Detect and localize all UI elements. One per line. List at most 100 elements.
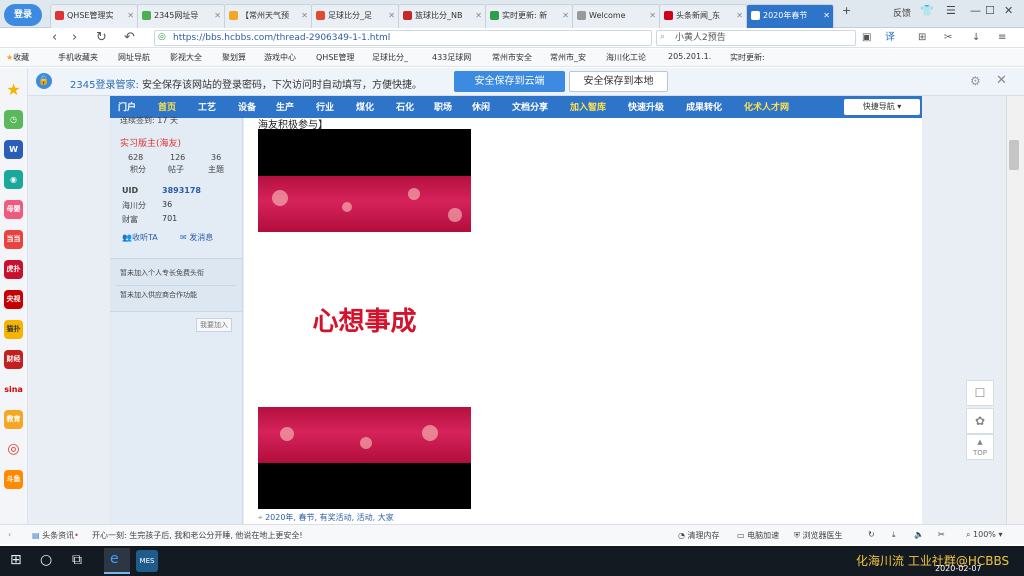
task-view-icon[interactable]: ⧉ <box>72 552 82 568</box>
bookmark-item[interactable]: 足球比分_ <box>372 52 408 63</box>
close-tab-icon[interactable]: ✕ <box>388 5 395 27</box>
nav-item[interactable]: 职场 <box>434 100 452 113</box>
wechat-icon[interactable]: ✿ <box>966 408 994 434</box>
browser-tab[interactable]: 【常州天气预 ✕ <box>224 4 312 28</box>
game-icon[interactable]: ◉ <box>4 170 23 189</box>
back-icon[interactable]: ‹ <box>52 30 57 46</box>
nav-item[interactable]: 煤化 <box>356 100 374 113</box>
search-input[interactable]: 小黄人2预告 <box>656 30 856 46</box>
speedup-button[interactable]: ▭ 电脑加速 <box>737 530 779 541</box>
search-icon[interactable]: ○ <box>40 552 52 568</box>
browser-tab[interactable]: 篮球比分_NB ✕ <box>398 4 486 28</box>
close-tab-icon[interactable]: ✕ <box>649 5 656 27</box>
message-link[interactable]: ✉ 发消息 <box>180 232 213 243</box>
bookmark-item[interactable]: 游戏中心 <box>264 52 296 63</box>
scrollbar-thumb[interactable] <box>1009 140 1019 170</box>
close-bar-icon[interactable]: ✕ <box>996 73 1007 88</box>
screenshot-icon[interactable]: ✂ <box>938 530 945 539</box>
minimize-icon[interactable]: — <box>970 4 981 17</box>
mes-app-icon[interactable]: MES <box>136 550 158 572</box>
sidebar-education-icon[interactable]: 教育 <box>4 410 23 429</box>
sidebar-hupu-icon[interactable]: 虎扑 <box>4 260 23 279</box>
uid-value[interactable]: 3893178 <box>162 186 201 195</box>
sidebar-finance-icon[interactable]: 财经 <box>4 350 23 369</box>
scissors-icon[interactable]: ✂ <box>944 30 952 46</box>
zoom-control[interactable]: ⌕ 100% ▾ <box>966 530 1002 540</box>
nav-item[interactable]: 加入智库 <box>570 100 606 113</box>
shirt-icon[interactable]: 👕 <box>920 4 934 17</box>
bookmark-item[interactable]: 网址导航 <box>118 52 150 63</box>
refresh-icon[interactable]: ↻ <box>868 530 875 539</box>
maximize-icon[interactable]: ☐ <box>985 4 995 17</box>
menu-icon[interactable]: ≡ <box>998 30 1006 46</box>
feedback-button[interactable]: 反馈 <box>893 6 911 19</box>
post-tags[interactable]: ⌖ 2020年, 春节, 有奖活动, 活动, 大家 <box>258 512 394 523</box>
nav-item[interactable]: 休闲 <box>472 100 490 113</box>
follow-link[interactable]: 👥收听TA <box>122 232 158 243</box>
sidebar-mop-icon[interactable]: 猫扑 <box>4 320 23 339</box>
nav-item[interactable]: 成果转化 <box>686 100 722 113</box>
sidebar-douyu-icon[interactable]: 斗鱼 <box>4 470 23 489</box>
nav-item[interactable]: 石化 <box>396 100 414 113</box>
close-tab-icon[interactable]: ✕ <box>475 5 482 27</box>
close-tab-icon[interactable]: ✕ <box>214 5 221 27</box>
browser-tab[interactable]: 实时更新: 新 ✕ <box>485 4 573 28</box>
back-to-top-button[interactable]: ▲ TOP <box>966 434 994 460</box>
nav-item[interactable]: 快速升级 <box>628 100 664 113</box>
bookmark-item[interactable]: 手机收藏夹 <box>58 52 98 63</box>
browser-tab[interactable]: QHSE管理实 ✕ <box>50 4 138 28</box>
sidebar-dangdang-icon[interactable]: 当当 <box>4 230 23 249</box>
apply-join-button[interactable]: 我要加入 <box>196 318 232 332</box>
apps-icon[interactable]: ⊞ <box>918 30 926 46</box>
bookmark-item[interactable]: ★收藏 <box>6 52 29 63</box>
doctor-button[interactable]: ⛨ 浏览器医生 <box>794 530 843 541</box>
browser-tab[interactable]: 2345网址导 ✕ <box>137 4 225 28</box>
refresh-icon[interactable]: ↻ <box>96 30 107 46</box>
nav-item[interactable]: 设备 <box>238 100 256 113</box>
nav-item[interactable]: 生产 <box>276 100 294 113</box>
clock-icon[interactable]: ◷ <box>4 110 23 129</box>
bookmark-item[interactable]: 433足球网 <box>432 52 471 63</box>
nav-item[interactable]: 文档分享 <box>512 100 548 113</box>
close-tab-icon[interactable]: ✕ <box>823 5 830 27</box>
new-tab-icon[interactable]: + <box>842 4 851 17</box>
quick-nav-dropdown[interactable]: 快捷导航 ▾ <box>844 99 920 115</box>
close-window-icon[interactable]: ✕ <box>1004 4 1013 17</box>
nav-item[interactable]: 门户 <box>118 100 136 113</box>
browser-tab[interactable]: 头条新闻_东 ✕ <box>659 4 747 28</box>
close-tab-icon[interactable]: ✕ <box>736 5 743 27</box>
close-tab-icon[interactable]: ✕ <box>301 5 308 27</box>
url-field[interactable]: https://bbs.hcbbs.com/thread-2906349-1-1… <box>154 30 652 46</box>
bookmark-item[interactable]: 205.201.1. <box>668 52 711 61</box>
bookmark-item[interactable]: 聚划算 <box>222 52 246 63</box>
menu-icon[interactable]: ☰ <box>946 4 956 17</box>
undo-icon[interactable]: ↶ <box>124 30 135 46</box>
sidebar-sina-icon[interactable]: sina <box>4 380 23 399</box>
extension-icon[interactable]: ▣ <box>862 30 871 46</box>
forward-icon[interactable]: › <box>72 30 77 46</box>
clean-memory-button[interactable]: ◔ 清理内存 <box>678 530 720 541</box>
sidebar-cctv-icon[interactable]: 央视 <box>4 290 23 309</box>
browser-tab[interactable]: Welcome ✕ <box>572 4 660 28</box>
taskbar-browser-app[interactable]: e <box>104 548 130 574</box>
close-tab-icon[interactable]: ✕ <box>562 5 569 27</box>
save-to-cloud-button[interactable]: 安全保存到云端 <box>454 71 565 92</box>
bookmark-item[interactable]: QHSE管理 <box>316 52 354 63</box>
bookmark-item[interactable]: 常州市_安 <box>550 52 586 63</box>
news-tab[interactable]: ▤ 头条资讯• <box>32 530 79 541</box>
word-icon[interactable]: W <box>4 140 23 159</box>
news-ticker[interactable]: 开心一刻: 生完孩子后, 我和老公分开睡, 他说在地上更安全! <box>92 530 303 541</box>
nav-item[interactable]: 首页 <box>158 100 176 113</box>
bookmark-item[interactable]: 海川化工论 <box>606 52 646 63</box>
bookmark-item[interactable]: 影视大全 <box>170 52 202 63</box>
download-icon[interactable]: ↓ <box>972 30 980 46</box>
volume-icon[interactable]: 🔈 <box>914 530 924 539</box>
chevron-left-icon[interactable]: ‹ <box>8 530 11 539</box>
bookmark-item[interactable]: 实时更新: <box>730 52 765 63</box>
sidebar-phoenix-icon[interactable]: ◎ <box>4 440 23 459</box>
nav-item[interactable]: 工艺 <box>198 100 216 113</box>
settings-icon[interactable]: ⚙ <box>970 74 981 88</box>
close-tab-icon[interactable]: ✕ <box>127 5 134 27</box>
browser-tab-active[interactable]: 2020年春节 ✕ <box>746 4 834 28</box>
windows-start-icon[interactable]: ⊞ <box>10 552 22 568</box>
